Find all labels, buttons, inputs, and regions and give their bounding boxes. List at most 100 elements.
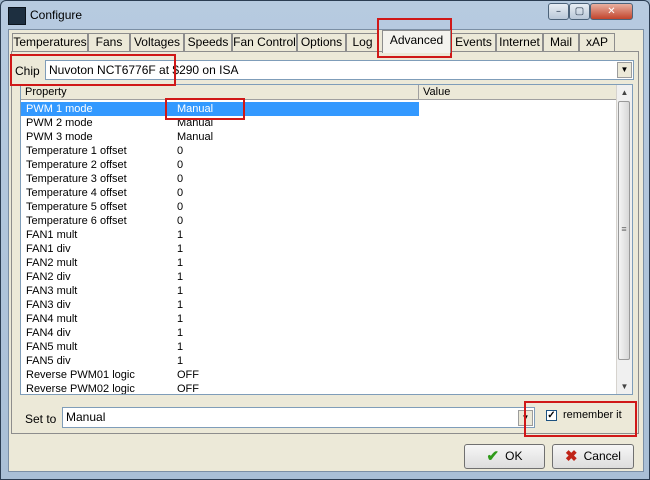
vertical-scrollbar[interactable]: ▲ ≡ ▼ <box>616 85 632 394</box>
tab-mail[interactable]: Mail <box>543 33 579 52</box>
property-grid[interactable]: Property Value PWM 1 mode Manual PWM 2 mod… <box>20 84 633 395</box>
tab-log[interactable]: Log <box>346 33 379 52</box>
cancel-button[interactable]: ✖ Cancel <box>552 444 634 469</box>
table-row[interactable]: Temperature 1 offset 0 <box>21 144 618 158</box>
cancel-label: Cancel <box>583 449 621 463</box>
table-row[interactable]: Temperature 2 offset 0 <box>21 158 618 172</box>
minimize-button[interactable]: – <box>548 3 569 20</box>
chevron-down-icon[interactable]: ▼ <box>617 62 632 78</box>
property-cell: FAN5 mult <box>26 341 78 353</box>
table-row[interactable]: PWM 2 mode Manual <box>21 116 618 130</box>
tab-options[interactable]: Options <box>297 33 346 52</box>
property-cell: Temperature 4 offset <box>26 187 127 199</box>
value-cell[interactable]: 1 <box>177 326 183 340</box>
property-cell: Temperature 1 offset <box>26 145 127 157</box>
value-cell[interactable]: 1 <box>177 284 183 298</box>
tab-fans[interactable]: Fans <box>88 33 130 52</box>
table-row[interactable]: Temperature 3 offset 0 <box>21 172 618 186</box>
maximize-button[interactable]: ▢ <box>569 3 590 20</box>
property-cell: Temperature 5 offset <box>26 201 127 213</box>
grid-rows: PWM 1 mode Manual PWM 2 mode Manual PWM 3 mo… <box>21 102 618 394</box>
tab-voltages[interactable]: Voltages <box>130 33 184 52</box>
grid-header: Property Value <box>21 85 618 100</box>
table-row[interactable]: PWM 1 mode Manual <box>21 102 419 116</box>
value-cell[interactable]: 0 <box>177 200 183 214</box>
scroll-up-icon[interactable]: ▲ <box>617 85 632 100</box>
value-cell[interactable]: 0 <box>177 214 183 228</box>
value-cell[interactable]: 0 <box>177 172 183 186</box>
dialog-body: Temperatures Fans Voltages Speeds Fan Co… <box>8 29 644 472</box>
table-row[interactable]: FAN2 mult 1 <box>21 256 618 270</box>
chip-select[interactable]: Nuvoton NCT6776F at $290 on ISA ▼ <box>45 60 634 80</box>
property-cell: PWM 2 mode <box>26 117 93 129</box>
table-row[interactable]: PWM 3 mode Manual <box>21 130 618 144</box>
value-cell[interactable]: 1 <box>177 340 183 354</box>
ok-label: OK <box>505 449 523 463</box>
table-row[interactable]: FAN1 mult 1 <box>21 228 618 242</box>
scroll-thumb[interactable]: ≡ <box>618 101 630 360</box>
grip-icon: ≡ <box>621 224 627 234</box>
property-cell: FAN1 div <box>26 243 71 255</box>
value-cell[interactable]: 1 <box>177 228 183 242</box>
configure-window: Configure – ▢ ✕ Temperatures Fans Voltag… <box>0 0 650 480</box>
table-row[interactable]: FAN1 div 1 <box>21 242 618 256</box>
close-button[interactable]: ✕ <box>590 3 633 20</box>
table-row[interactable]: Temperature 6 offset 0 <box>21 214 618 228</box>
window-title: Configure <box>30 8 83 22</box>
value-cell[interactable]: Manual <box>177 102 213 116</box>
tab-advanced[interactable]: Advanced <box>382 30 451 53</box>
app-icon <box>8 7 26 25</box>
property-cell: Temperature 3 offset <box>26 173 127 185</box>
tab-temperatures[interactable]: Temperatures <box>12 33 88 52</box>
checkmark-icon: ✔ <box>486 448 500 465</box>
table-row[interactable]: FAN3 div 1 <box>21 298 618 312</box>
value-cell[interactable]: 0 <box>177 186 183 200</box>
value-cell[interactable]: OFF <box>177 368 199 382</box>
tab-events[interactable]: Events <box>451 33 496 52</box>
tab-speeds[interactable]: Speeds <box>184 33 232 52</box>
chevron-down-icon[interactable]: ▼ <box>518 410 533 426</box>
scroll-down-icon[interactable]: ▼ <box>617 379 632 394</box>
property-cell: FAN1 mult <box>26 229 78 241</box>
table-row[interactable]: FAN4 mult 1 <box>21 312 618 326</box>
property-cell: Temperature 2 offset <box>26 159 127 171</box>
table-row[interactable]: FAN5 div 1 <box>21 354 618 368</box>
table-row[interactable]: FAN4 div 1 <box>21 326 618 340</box>
table-row[interactable]: FAN3 mult 1 <box>21 284 618 298</box>
set-to-select[interactable]: Manual ▼ <box>62 407 535 428</box>
title-bar[interactable]: Configure – ▢ ✕ <box>1 1 649 28</box>
table-row[interactable]: FAN5 mult 1 <box>21 340 618 354</box>
table-row[interactable]: Temperature 4 offset 0 <box>21 186 618 200</box>
ok-button[interactable]: ✔ OK <box>464 444 545 469</box>
close-icon: ✖ <box>565 448 578 465</box>
value-cell[interactable]: Manual <box>177 130 213 144</box>
table-row[interactable]: Reverse PWM01 logic OFF <box>21 368 618 382</box>
property-cell: FAN5 div <box>26 355 71 367</box>
remember-label: remember it <box>563 409 622 421</box>
value-cell[interactable]: OFF <box>177 382 199 394</box>
property-cell: FAN2 div <box>26 271 71 283</box>
table-row[interactable]: Temperature 5 offset 0 <box>21 200 618 214</box>
tab-xap[interactable]: xAP <box>579 33 615 52</box>
remember-checkbox[interactable]: ✓ <box>546 410 557 421</box>
tab-internet[interactable]: Internet <box>496 33 543 52</box>
tab-strip: Temperatures Fans Voltages Speeds Fan Co… <box>9 30 643 53</box>
value-cell[interactable]: 1 <box>177 270 183 284</box>
column-header-value[interactable]: Value <box>419 85 618 100</box>
set-to-label: Set to <box>25 412 57 426</box>
tab-fan-control[interactable]: Fan Control <box>232 33 297 52</box>
value-cell[interactable]: Manual <box>177 116 213 130</box>
set-to-value: Manual <box>66 410 106 424</box>
value-cell[interactable]: 1 <box>177 312 183 326</box>
property-cell: FAN3 div <box>26 299 71 311</box>
value-cell[interactable]: 1 <box>177 298 183 312</box>
value-cell[interactable]: 1 <box>177 354 183 368</box>
property-cell: FAN3 mult <box>26 285 78 297</box>
column-header-property[interactable]: Property <box>21 85 419 100</box>
value-cell[interactable]: 0 <box>177 144 183 158</box>
value-cell[interactable]: 1 <box>177 256 183 270</box>
table-row[interactable]: Reverse PWM02 logic OFF <box>21 382 618 394</box>
value-cell[interactable]: 1 <box>177 242 183 256</box>
value-cell[interactable]: 0 <box>177 158 183 172</box>
table-row[interactable]: FAN2 div 1 <box>21 270 618 284</box>
